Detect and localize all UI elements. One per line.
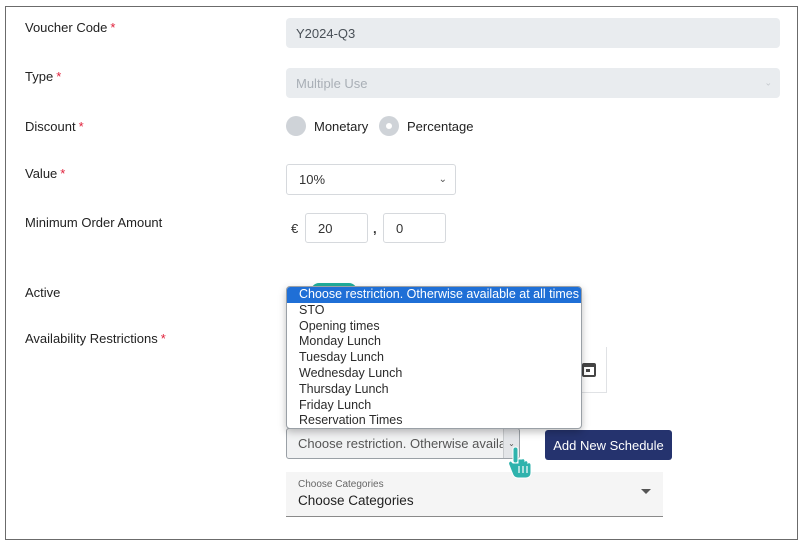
dropdown-option[interactable]: STO (287, 303, 581, 319)
type-value: Multiple Use (296, 75, 368, 91)
caret-down-icon (641, 489, 651, 494)
required-marker: * (56, 69, 62, 84)
chevron-down-icon: ⌄ (438, 174, 447, 185)
restriction-dropdown-list[interactable]: Choose restriction. Otherwise available … (286, 286, 582, 429)
add-new-schedule-button[interactable]: Add New Schedule (545, 430, 672, 460)
availability-label-text: Availability Restrictions (25, 331, 158, 346)
required-marker: * (110, 20, 116, 35)
dropdown-option[interactable]: Thursday Lunch (287, 382, 581, 398)
required-marker: * (78, 119, 84, 134)
min-order-decimal-input[interactable]: 0 (383, 213, 446, 243)
voucher-form: Voucher Code * Y2024-Q3 Type * Multiple Us… (5, 6, 798, 540)
hand-cursor-icon (508, 446, 532, 479)
dropdown-option[interactable]: Wednesday Lunch (287, 366, 581, 382)
dropdown-option[interactable]: Reservation Times (287, 413, 581, 428)
radio-selected-icon (379, 116, 399, 136)
dropdown-option[interactable]: Tuesday Lunch (287, 350, 581, 366)
restriction-select-value: Choose restriction. Otherwise available … (298, 436, 520, 451)
discount-label-text: Discount (25, 119, 76, 134)
dropdown-option[interactable]: Choose restriction. Otherwise available … (287, 287, 581, 303)
categories-floating-label: Choose Categories (298, 479, 384, 490)
radio-percentage-label: Percentage (407, 118, 474, 134)
dropdown-option[interactable]: Friday Lunch (287, 398, 581, 414)
value-label-text: Value (25, 166, 58, 181)
radio-circle-icon (286, 116, 306, 136)
type-select[interactable]: Multiple Use ⌄ (286, 68, 780, 98)
dropdown-option[interactable]: Monday Lunch (287, 334, 581, 350)
min-order-integer-input[interactable]: 20 (305, 213, 368, 243)
min-order-decimal-value: 0 (396, 220, 404, 236)
radio-monetary[interactable]: Monetary (286, 116, 368, 136)
voucher-code-input[interactable]: Y2024-Q3 (286, 18, 780, 48)
min-order-label: Minimum Order Amount (25, 215, 163, 230)
chevron-down-icon: ⌄ (764, 77, 772, 88)
value-label: Value * (25, 166, 65, 181)
calendar-icon[interactable] (582, 363, 596, 377)
type-label-text: Type (25, 69, 54, 84)
voucher-code-value: Y2024-Q3 (296, 25, 356, 41)
value-selected: 10% (299, 172, 326, 187)
voucher-code-label: Voucher Code * (25, 20, 115, 35)
discount-label: Discount * (25, 119, 84, 134)
dropdown-option[interactable]: Opening times (287, 319, 581, 335)
currency-symbol: € (291, 221, 299, 236)
min-order-integer-value: 20 (318, 220, 333, 236)
decimal-separator: , (373, 221, 377, 236)
required-marker: * (160, 331, 166, 346)
active-label: Active (25, 285, 61, 300)
categories-value: Choose Categories (298, 493, 414, 508)
value-select[interactable]: 10% ⌄ (286, 164, 456, 195)
radio-monetary-label: Monetary (314, 118, 369, 134)
availability-label: Availability Restrictions * (25, 331, 166, 346)
required-marker: * (60, 166, 66, 181)
categories-select[interactable]: Choose Categories Choose Categories (286, 472, 663, 517)
voucher-code-label-text: Voucher Code (25, 20, 108, 35)
radio-percentage[interactable]: Percentage (379, 116, 474, 136)
type-label: Type * (25, 69, 61, 84)
restriction-select[interactable]: Choose restriction. Otherwise available … (286, 428, 520, 459)
